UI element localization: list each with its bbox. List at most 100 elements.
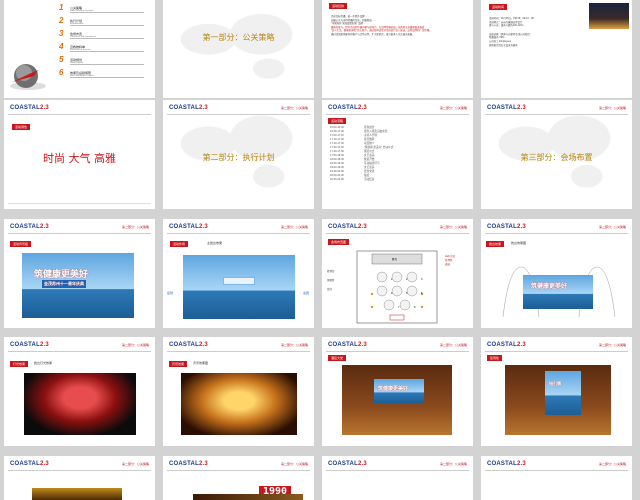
- brand-logo: COASTAL2.3: [10, 224, 49, 230]
- menu-item: 执行计划 Implementation: [70, 19, 144, 26]
- table-number: 4: [391, 292, 393, 295]
- header-divider: [485, 351, 628, 352]
- section-label: 第二部分：公关策略: [280, 462, 308, 466]
- menu-number: 1: [59, 3, 64, 12]
- section-label: 第二部分：公关策略: [280, 343, 308, 347]
- section-label: 第二部分：公关策略: [121, 225, 149, 229]
- slide-thumbnail-3[interactable]: 活动目的 活动目标传播：进一步提升品牌…… 加强公关与市场传播的互动，积极参加……: [322, 0, 473, 98]
- header-divider: [167, 114, 310, 115]
- header-divider: [485, 470, 628, 471]
- header-divider: [326, 470, 469, 471]
- table-number: 6: [421, 292, 423, 295]
- slide-title: 第二部分：执行计划: [202, 153, 275, 162]
- slide-thumbnail-17[interactable]: COASTAL2.3 第二部分：公关策略: [4, 456, 155, 500]
- brand-logo: COASTAL2.3: [169, 105, 208, 111]
- brand-logo: COASTAL2.3: [169, 342, 208, 348]
- slide-thumbnail-11[interactable]: COASTAL2.3 第二部分：公关策略 会场布置图 舞台 1 2 3 4 5 …: [322, 219, 473, 328]
- stage-screen: [223, 277, 255, 285]
- section-label: 第二部分：公关策略: [280, 225, 308, 229]
- header-divider: [167, 233, 310, 234]
- slide-thumbnail-15[interactable]: COASTAL2.3 第二部分：公关策略 酒店大堂 筑健康更美好: [322, 337, 473, 446]
- menu-item: 公关策略 Public Relations strategies: [70, 6, 144, 13]
- slide-badge: 活动背景板: [10, 241, 32, 247]
- slide-footer: [8, 203, 151, 206]
- menu-number: 6: [59, 68, 64, 77]
- section-label: 第二部分：公关策略: [598, 343, 626, 347]
- signin-area-photo: 指引牌: [505, 365, 611, 435]
- brand-logo: COASTAL2.3: [10, 105, 49, 111]
- menu-number: 2: [59, 16, 64, 25]
- section-label: 第二部分：公关策略: [598, 225, 626, 229]
- header-divider: [8, 470, 151, 471]
- slide-badge: 灯光效果: [10, 361, 29, 367]
- slide-thumbnail-12[interactable]: COASTAL2.3 第二部分：公关策略 舞台效果 舞台效果图 筑健康更美好: [481, 219, 632, 328]
- table-number: 8: [414, 306, 416, 309]
- slide-thumbnail-2[interactable]: 第一部分：公关策略: [163, 0, 314, 98]
- slide-thumbnail-4[interactable]: 活动时间 活动时间：11月16日，PM:16：00-21：00 活动地点：苏州万…: [481, 0, 632, 98]
- brand-logo: COASTAL2.3: [328, 224, 367, 230]
- brand-logo: COASTAL2.3: [328, 342, 367, 348]
- slide-title: 第三部分：会场布置: [520, 153, 593, 162]
- right-label: 迎宾: [303, 291, 310, 295]
- slide-badge: 活动外场: [170, 241, 189, 247]
- brand-logo: COASTAL2.3: [328, 461, 367, 467]
- stage-label: 舞台: [392, 258, 398, 261]
- brand-logo: COASTAL2.3: [10, 461, 49, 467]
- schedule-items: 签到迎宾 嘉宾入场及自由交流 主持人开场 领导致辞 项目推介 "筑健康 更美好" 启动仪式…: [364, 126, 394, 181]
- stage-render-image: [183, 255, 295, 319]
- slide-thumbnail-20[interactable]: COASTAL2.3 第二部分：公关策略: [481, 456, 632, 500]
- floor-plan-legend: LED大屏 签到区 通道: [445, 255, 455, 266]
- slide-badge: 会场布置图: [328, 239, 350, 245]
- slide-title: 第一部分：公关策略: [202, 33, 275, 42]
- header-divider: [8, 351, 151, 352]
- section-label: 第二部分：公关策略: [280, 106, 308, 110]
- hotel-lobby-photo: 筑健康更美好: [342, 365, 452, 435]
- slide-thumbnail-9[interactable]: COASTAL2.3 第二部分：公关策略 活动背景板 筑健康更美好 金茂苏州十一…: [4, 219, 155, 328]
- slide-badge: 酒店大堂: [328, 355, 347, 361]
- slide-thumbnail-7[interactable]: COASTAL2.3 第二部分：公关策略 活动流程 16:00-16:30 16:…: [322, 100, 473, 209]
- header-divider: [167, 470, 310, 471]
- slide-thumbnail-19[interactable]: COASTAL2.3 第二部分：公关策略: [322, 456, 473, 500]
- section-label: 第二部分：公关策略: [121, 343, 149, 347]
- slide-thumbnail-16[interactable]: COASTAL2.3 第二部分：公关策略 签到处 指引牌: [481, 337, 632, 446]
- lobby-banner: 筑健康更美好: [374, 379, 424, 403]
- table-number: 3: [421, 278, 423, 281]
- slide-badge: 签到处: [487, 355, 503, 361]
- table-number: 1: [391, 278, 393, 281]
- left-label: 签到: [167, 291, 174, 295]
- brand-logo: COASTAL2.3: [487, 342, 526, 348]
- section-label: 第二部分：公关策略: [439, 225, 467, 229]
- brand-logo: COASTAL2.3: [169, 224, 208, 230]
- slide-thumbnail-1[interactable]: 1 公关策略 Public Relations strategies 2 执行计划…: [4, 0, 155, 98]
- section-label: 第二部分：公关策略: [121, 462, 149, 466]
- slide-thumbnail-18[interactable]: COASTAL2.3 第二部分：公关策略 1990: [163, 456, 314, 500]
- stage-backdrop-photo: [181, 373, 297, 435]
- floor-plan-labels: 签到台 茶歇区 音控: [327, 270, 335, 291]
- header-divider: [485, 233, 628, 234]
- slide-thumbnail-5[interactable]: COASTAL2.3 活动调性 时尚 大气 高雅: [4, 100, 155, 209]
- brand-logo: COASTAL2.3: [169, 461, 208, 467]
- city-night-photo: [589, 3, 629, 29]
- header-divider: [485, 114, 628, 115]
- world-map-background: [163, 0, 314, 98]
- slide-subtitle: 舞台灯光效果: [34, 361, 53, 365]
- slide-thumbnail-10[interactable]: COASTAL2.3 第二部分：公关策略 活动外场 主舞台效果 签到 迎宾: [163, 219, 314, 328]
- menu-number: 3: [59, 29, 64, 38]
- schedule-times: 16:00-16:30 16:30-17:00 17:00-17:10 17:10-1…: [330, 126, 344, 181]
- menu-item: 活动规划 Event program: [70, 58, 144, 65]
- header-divider: [8, 114, 151, 115]
- slide-subtitle: 主舞台效果: [207, 241, 223, 245]
- slide-body-text: 活动时间：11月16日，PM:16：00-21：00 活动地点：苏州万豪酒店宴会…: [489, 17, 534, 47]
- brand-logo: COASTAL2.3: [10, 342, 49, 348]
- backdrop-banner-image: 筑健康更美好 金茂苏州十一周年庆典: [22, 253, 134, 318]
- slide-thumbnail-8[interactable]: COASTAL2.3 第二部分：公关策略 第三部分：会场布置: [481, 100, 632, 209]
- menu-item: 效果及后勤保障 Effect and logistics support: [70, 71, 144, 78]
- slide-thumbnail-14[interactable]: COASTAL2.3 第二部分：公关策略 背景效果 背景效果图: [163, 337, 314, 446]
- menu-number: 4: [59, 42, 64, 51]
- slide-subtitle: 舞台效果图: [511, 241, 527, 245]
- slide-thumbnail-6[interactable]: COASTAL2.3 第二部分：公关策略 第二部分：执行计划: [163, 100, 314, 209]
- slide-subtitle: 背景效果图: [193, 361, 209, 365]
- slide-thumbnail-13[interactable]: COASTAL2.3 第二部分：公关策略 灯光效果 舞台灯光效果: [4, 337, 155, 446]
- stage-lighting-photo: [24, 373, 136, 435]
- brand-logo: COASTAL2.3: [487, 105, 526, 111]
